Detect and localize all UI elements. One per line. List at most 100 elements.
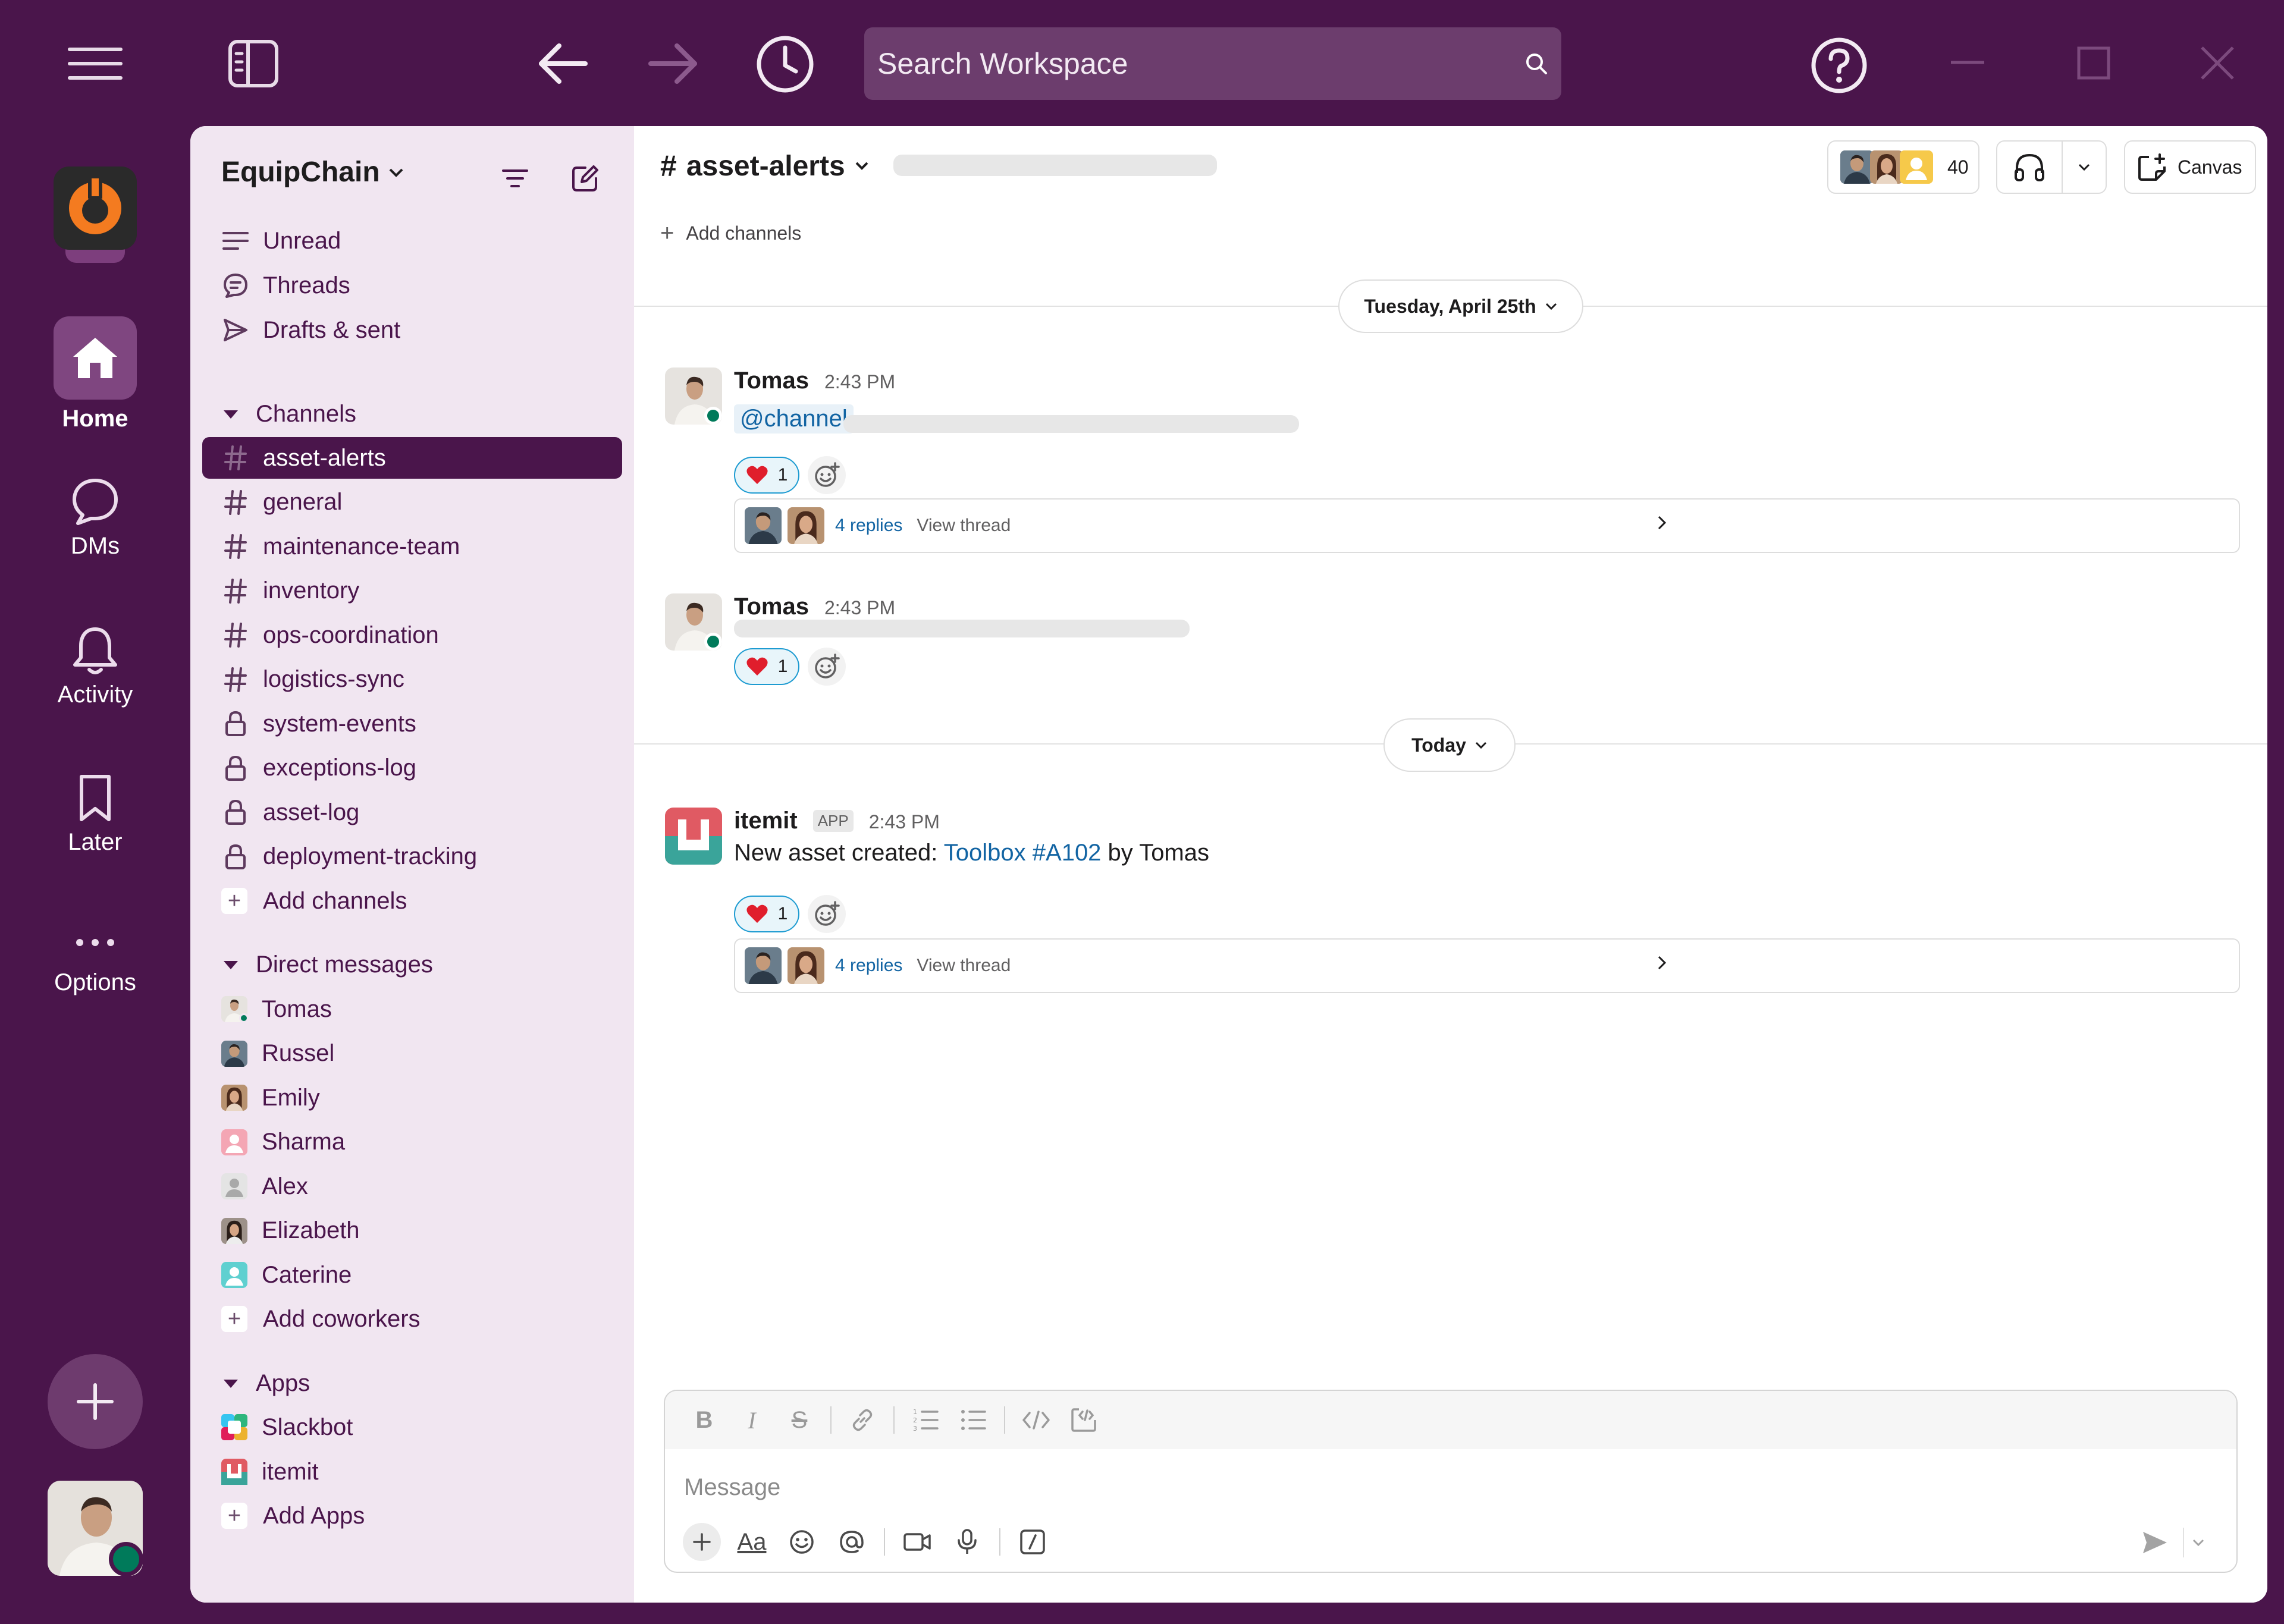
sidebar-item-drafts[interactable]: Drafts & sent [202,309,622,351]
sidebar-item-dm-sharma[interactable]: Sharma [202,1122,622,1163]
rail-later[interactable]: Later [0,773,190,856]
sidebar-item-channel-general[interactable]: general [202,482,622,523]
link-button[interactable] [839,1402,886,1438]
history-button[interactable] [754,34,816,94]
heart-reaction[interactable]: 1 [734,648,799,685]
bulleted-list-button[interactable] [949,1402,997,1438]
dm-section-toggle[interactable]: Direct messages [224,951,433,978]
add-reaction-button[interactable] [808,895,846,933]
workspace-logo[interactable] [54,167,137,250]
audio-clip-button[interactable] [942,1523,992,1561]
message: Tomas 2:43 PM 1 [665,593,2247,695]
emoji-button[interactable] [777,1523,827,1561]
apps-section-toggle[interactable]: Apps [224,1370,310,1397]
thread-summary[interactable]: 4 replies View thread [734,938,2240,993]
send-button[interactable] [2134,1522,2176,1563]
create-new-button[interactable] [48,1354,143,1449]
sidebar-item-dm-elizabeth[interactable]: Elizabeth [202,1210,622,1252]
heart-reaction[interactable]: 1 [734,457,799,494]
sidebar-item-channel-system-events[interactable]: system-events [202,703,622,745]
timestamp[interactable]: 2:43 PM [824,597,895,619]
reply-count[interactable]: 4 replies [835,516,902,536]
timestamp[interactable]: 2:43 PM [824,371,895,393]
sidebar-item-unread[interactable]: Unread [202,220,622,262]
message-input[interactable]: Message [684,1474,780,1501]
shortcuts-button[interactable] [1008,1523,1058,1561]
code-button[interactable] [1012,1402,1060,1438]
sidebar-item-channel-ops-coordination[interactable]: ops-coordination [202,614,622,656]
timestamp[interactable]: 2:43 PM [869,811,940,833]
add-reaction-button[interactable] [808,648,846,686]
code-block-button[interactable] [1060,1402,1108,1438]
date-label: Today [1411,734,1466,756]
rail-home[interactable]: Home [0,316,190,432]
huddle-button[interactable] [1996,140,2107,194]
sidebar-item-channel-logistics-sync[interactable]: logistics-sync [202,659,622,701]
rail-options[interactable]: Options [0,934,190,996]
composer-actions: Aa [677,1523,1058,1561]
sidebar-item-itemit[interactable]: itemit [202,1451,622,1493]
compose-button[interactable] [566,159,604,197]
minimize-button[interactable] [1945,48,1990,77]
sidebar-item-channel-asset-alerts[interactable]: asset-alerts [202,437,622,479]
add-apps-label: Add Apps [263,1502,365,1529]
heart-reaction[interactable]: 1 [734,896,799,932]
channel-topic-placeholder [893,155,1217,176]
asset-link[interactable]: Toolbox #A102 [944,840,1102,866]
add-reaction-button[interactable] [808,456,846,494]
members-button[interactable]: 40 [1827,140,1979,194]
sidebar-item-slackbot[interactable]: Slackbot [202,1406,622,1448]
sidebar-item-channel-exceptions-log[interactable]: exceptions-log [202,747,622,789]
sidebar-item-channel-inventory[interactable]: inventory [202,570,622,612]
add-apps-button[interactable]: + Add Apps [202,1495,622,1537]
italic-button[interactable]: I [728,1402,776,1438]
add-coworkers-button[interactable]: + Add coworkers [202,1298,622,1340]
strikethrough-button[interactable]: S [776,1402,823,1438]
chevron-right-icon [1658,516,1667,530]
sidebar-item-dm-tomas[interactable]: Tomas [202,988,622,1030]
sidebar-item-threads[interactable]: Threads [202,265,622,306]
attach-button[interactable] [677,1523,727,1561]
sidebar-item-channel-maintenance-team[interactable]: maintenance-team [202,526,622,567]
sidebar-item-dm-caterine[interactable]: Caterine [202,1254,622,1296]
channel-mention[interactable]: @channel [734,404,854,434]
add-channels-button[interactable]: + Add channels [202,880,622,922]
formatting-toggle-button[interactable]: Aa [727,1523,777,1561]
close-window-button[interactable] [2197,43,2238,83]
mention-button[interactable] [827,1523,877,1561]
help-button[interactable] [1809,36,1869,95]
filter-button[interactable] [497,161,533,196]
forward-button[interactable] [644,38,703,89]
rail-activity[interactable]: Activity [0,624,190,708]
workspace-switcher[interactable]: EquipChain [221,156,404,189]
canvas-button[interactable]: Canvas [2124,140,2256,194]
thread-summary[interactable]: 4 replies View thread [734,498,2240,553]
sidebar-item-dm-emily[interactable]: Emily [202,1077,622,1119]
sidebar-toggle-button[interactable] [226,38,281,89]
sidebar-item-dm-russel[interactable]: Russel [202,1033,622,1075]
headphones-button[interactable] [1997,142,2063,193]
menu-button[interactable] [65,43,125,84]
author-name[interactable]: Tomas [734,593,809,620]
search-bar[interactable]: Search Workspace [864,27,1561,100]
sidebar-item-dm-alex[interactable]: Alex [202,1166,622,1207]
send-options-button[interactable] [2183,1528,2213,1557]
ordered-list-button[interactable]: 123 [902,1402,949,1438]
huddle-options-button[interactable] [2063,142,2106,193]
author-name[interactable]: Tomas [734,367,809,394]
sidebar-item-channel-deployment-tracking[interactable]: deployment-tracking [202,836,622,878]
date-jump-button[interactable]: Tuesday, April 25th [1338,279,1583,333]
bookmark-add-channels[interactable]: + Add channels [660,220,801,247]
date-jump-button[interactable]: Today [1383,718,1516,772]
sidebar-item-channel-asset-log[interactable]: asset-log [202,791,622,833]
maximize-button[interactable] [2073,45,2114,81]
bold-button[interactable]: B [680,1402,728,1438]
channel-header[interactable]: # asset-alerts [660,149,869,183]
video-button[interactable] [892,1523,942,1561]
reply-count[interactable]: 4 replies [835,956,902,976]
rail-dms[interactable]: DMs [0,476,190,560]
channels-section-toggle[interactable]: Channels [224,401,356,428]
author-name[interactable]: itemit [734,808,798,834]
back-button[interactable] [533,38,592,89]
avatar[interactable] [665,808,722,865]
